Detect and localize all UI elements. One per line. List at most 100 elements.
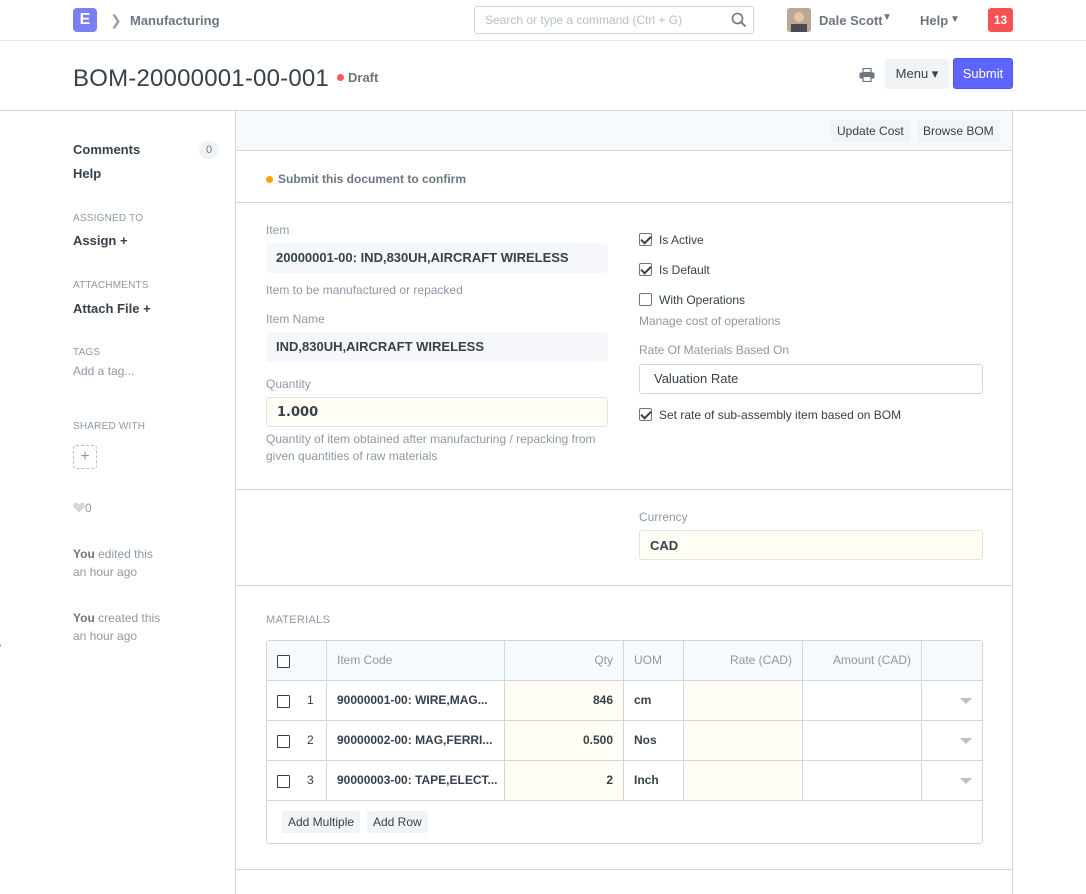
confirm-message: Submit this document to confirm: [278, 172, 466, 186]
col-uom: UOM: [624, 641, 684, 680]
select-all-checkbox[interactable]: [277, 655, 290, 668]
checkbox-unchecked-icon[interactable]: [639, 293, 652, 306]
set-rate-label: Set rate of sub-assembly item based on B…: [659, 408, 902, 422]
uom-cell[interactable]: Inch: [624, 761, 684, 800]
table-row[interactable]: 1 90000001-00: WIRE,MAG... 846 cm: [267, 681, 982, 721]
like-button[interactable]: 0: [73, 501, 92, 515]
browse-bom-button[interactable]: Browse BOM: [917, 120, 1000, 142]
comments-count-badge: 0: [199, 141, 219, 159]
row-checkbox[interactable]: [277, 775, 290, 788]
avatar[interactable]: [787, 8, 811, 32]
row-index: 1: [307, 693, 314, 707]
add-tag-input[interactable]: Add a tag...: [73, 364, 134, 378]
plus-icon: +: [119, 233, 128, 248]
assign-button[interactable]: Assign +: [73, 233, 128, 248]
checkbox-checked-icon[interactable]: [639, 408, 652, 421]
qty-cell[interactable]: 846: [505, 681, 624, 720]
amount-cell: [803, 681, 922, 720]
plus-icon: +: [143, 301, 151, 316]
heart-icon: [73, 502, 85, 513]
page-header: BOM-20000001-00-001 Draft Menu ▾ Submit: [0, 41, 1086, 111]
col-qty: Qty: [505, 641, 624, 680]
rate-cell[interactable]: [684, 681, 803, 720]
qty-cell[interactable]: 2: [505, 761, 624, 800]
navbar: E ❯ Manufacturing Dale Scott ▼ Help ▼ 13: [0, 0, 1086, 41]
item-field[interactable]: 20000001-00: IND,830UH,AIRCRAFT WIRELESS: [266, 243, 608, 273]
amount-cell: [803, 761, 922, 800]
sidebar-help-link[interactable]: Help: [73, 166, 101, 181]
col-rate: Rate (CAD): [684, 641, 803, 680]
uom-cell[interactable]: Nos: [624, 721, 684, 760]
status-badge: Draft: [348, 70, 379, 85]
row-select-cell: 2: [267, 721, 327, 760]
select-all-cell: [267, 641, 327, 680]
menu-button[interactable]: Menu ▾: [885, 59, 949, 89]
form-body: Update Cost Browse BOM Submit this docum…: [235, 111, 1013, 894]
rate-cell[interactable]: [684, 721, 803, 760]
row-index: 3: [307, 773, 314, 787]
quantity-label: Quantity: [266, 377, 311, 391]
row-checkbox[interactable]: [277, 735, 290, 748]
page-title: BOM-20000001-00-001: [73, 65, 329, 92]
materials-table: Item Code Qty UOM Rate (CAD) Amount (CAD…: [266, 640, 983, 844]
item-code-cell[interactable]: 90000001-00: WIRE,MAG...: [327, 681, 505, 720]
help-menu[interactable]: Help: [920, 13, 948, 28]
item-help: Item to be manufactured or repacked: [266, 283, 463, 297]
add-share-button[interactable]: +: [73, 445, 97, 469]
row-expand-icon[interactable]: [960, 778, 972, 784]
add-row-button[interactable]: Add Row: [367, 811, 428, 833]
row-select-cell: 3: [267, 761, 327, 800]
rate-based-on-select[interactable]: Valuation Rate: [639, 364, 983, 394]
search-bar: [474, 6, 754, 34]
quantity-help: given quantities of raw materials: [266, 449, 438, 463]
assigned-to-label: Assigned To: [73, 213, 144, 224]
sidebar-comments-link[interactable]: Comments: [73, 142, 140, 157]
likes-count: 0: [85, 501, 92, 515]
is-active-label: Is Active: [659, 233, 704, 247]
col-item-code: Item Code: [327, 641, 505, 680]
row-index: 2: [307, 733, 314, 747]
breadcrumb-manufacturing[interactable]: Manufacturing: [130, 13, 220, 28]
table-row[interactable]: 3 90000003-00: TAPE,ELECT... 2 Inch: [267, 761, 982, 801]
form-toolbar: Update Cost Browse BOM: [236, 111, 1012, 151]
update-cost-button[interactable]: Update Cost: [831, 120, 910, 142]
checkbox-checked-icon[interactable]: [639, 233, 652, 246]
attach-file-button[interactable]: Attach File +: [73, 301, 151, 316]
checkbox-checked-icon[interactable]: [639, 263, 652, 276]
table-row[interactable]: 2 90000002-00: MAG,FERRI... 0.500 Nos: [267, 721, 982, 761]
table-header: Item Code Qty UOM Rate (CAD) Amount (CAD…: [267, 641, 982, 681]
qty-cell[interactable]: 0.500: [505, 721, 624, 760]
info-dot-icon: [266, 176, 273, 183]
row-expand-icon[interactable]: [960, 738, 972, 744]
rate-cell[interactable]: [684, 761, 803, 800]
app-logo[interactable]: E: [73, 8, 97, 32]
search-icon[interactable]: [731, 12, 747, 28]
uom-cell[interactable]: cm: [624, 681, 684, 720]
item-code-cell[interactable]: 90000002-00: MAG,FERRI...: [327, 721, 505, 760]
plus-icon: +: [80, 448, 90, 465]
user-menu[interactable]: Dale Scott: [819, 13, 883, 28]
row-checkbox[interactable]: [277, 695, 290, 708]
col-amount: Amount (CAD): [803, 641, 922, 680]
tags-label: Tags: [73, 347, 101, 358]
row-expand-icon[interactable]: [960, 698, 972, 704]
with-operations-label: With Operations: [659, 293, 746, 307]
search-input[interactable]: [475, 7, 715, 33]
add-multiple-button[interactable]: Add Multiple: [282, 811, 361, 833]
quantity-help: Quantity of item obtained after manufact…: [266, 432, 596, 446]
submit-button[interactable]: Submit: [953, 58, 1013, 89]
chevron-right-icon[interactable]: ›: [0, 637, 1, 652]
activity-item: You edited this an hour ago: [73, 547, 153, 579]
currency-field[interactable]: CAD: [639, 530, 983, 560]
operations-help: Manage cost of operations: [639, 314, 781, 328]
item-code-cell[interactable]: 90000003-00: TAPE,ELECT...: [327, 761, 505, 800]
currency-label: Currency: [639, 510, 688, 524]
item-name-label: Item Name: [266, 312, 325, 326]
item-label: Item: [266, 223, 290, 237]
printer-icon[interactable]: [859, 68, 875, 82]
shared-with-label: Shared With: [73, 421, 146, 432]
item-name-field[interactable]: IND,830UH,AIRCRAFT WIRELESS: [266, 332, 608, 362]
notification-badge[interactable]: 13: [988, 8, 1013, 32]
quantity-field[interactable]: 1.000: [266, 397, 608, 427]
amount-cell: [803, 721, 922, 760]
